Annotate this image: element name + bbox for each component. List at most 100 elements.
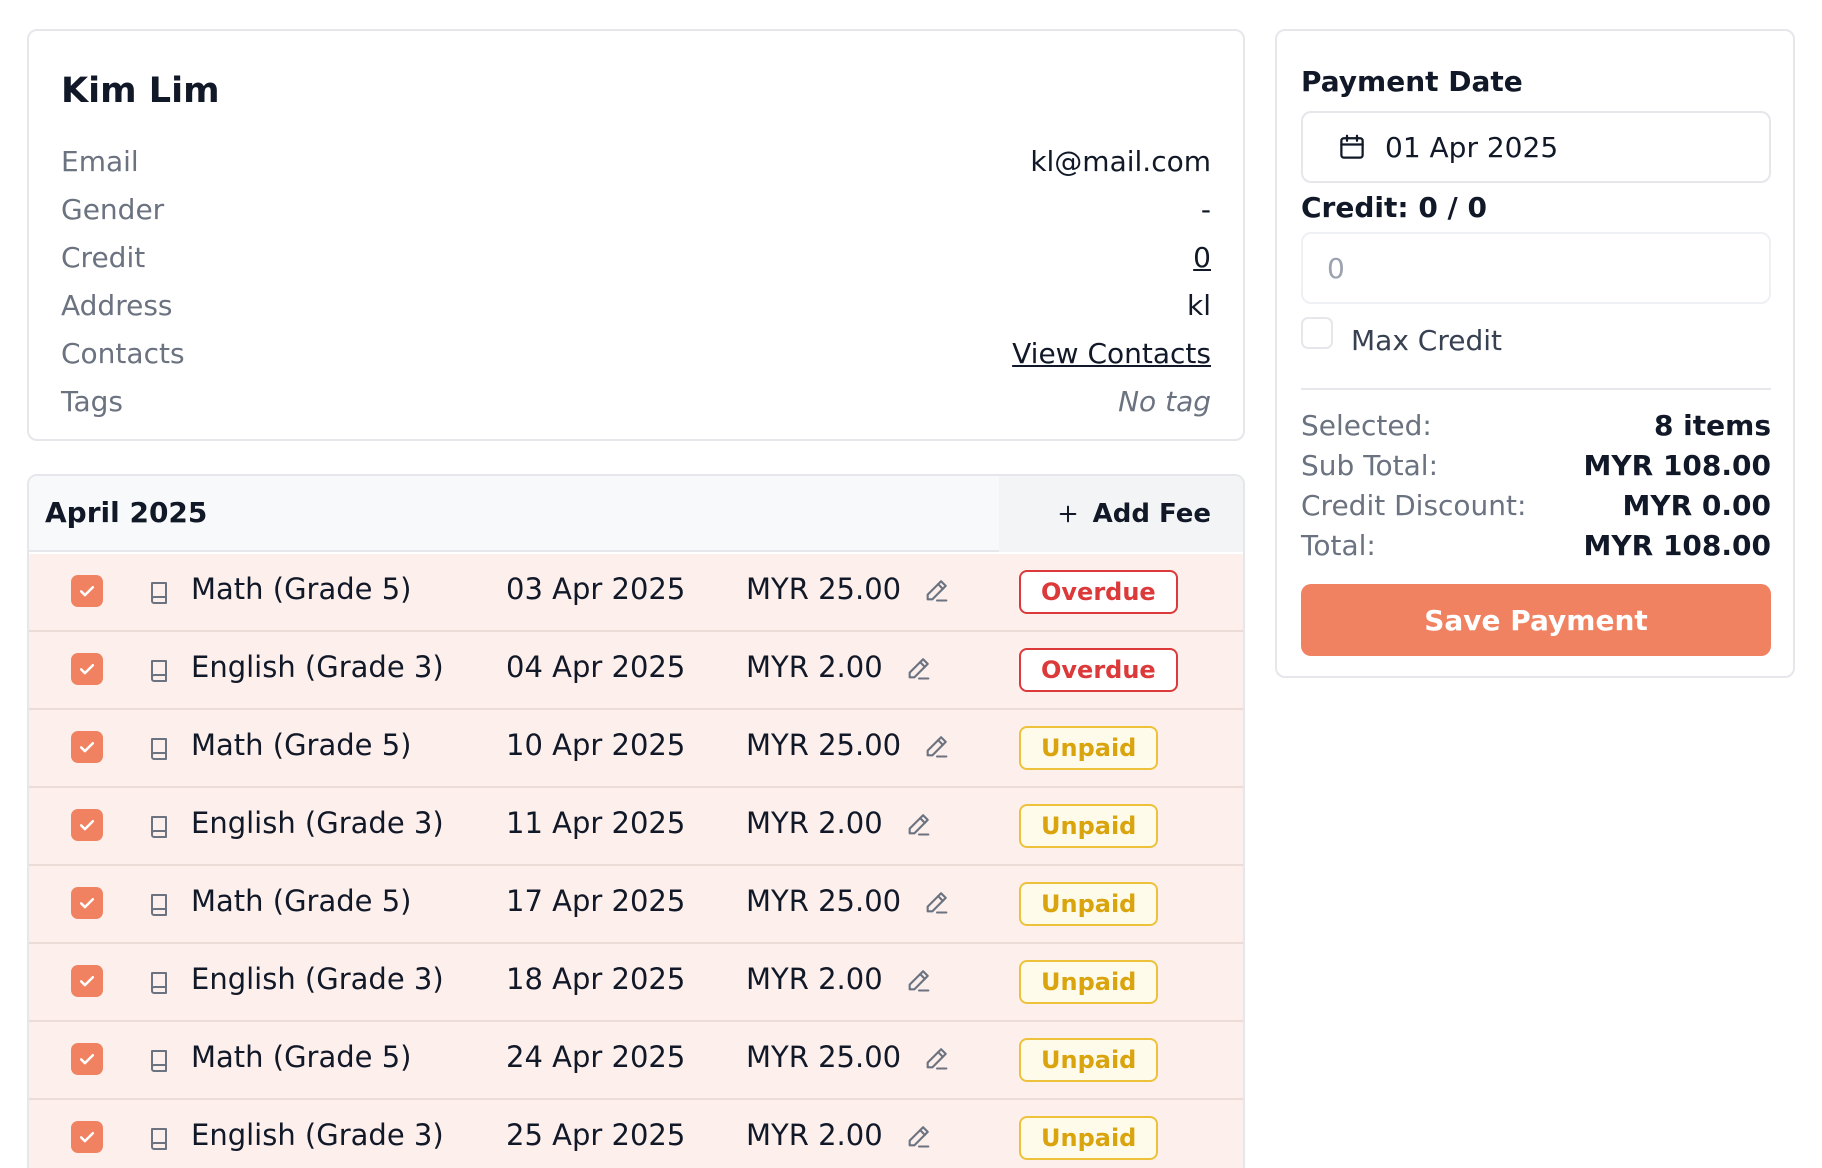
fee-due-date: 04 Apr 2025 [506, 650, 686, 684]
status-badge: Unpaid [1019, 1116, 1159, 1160]
fee-amount: MYR 25.00 [746, 1040, 902, 1074]
pencil-icon[interactable] [905, 1122, 933, 1150]
fee-due-date: 17 Apr 2025 [506, 884, 686, 918]
fee-amount: MYR 25.00 [746, 728, 902, 762]
check-icon [79, 820, 95, 831]
fee-amount: MYR 25.00 [746, 572, 902, 606]
fee-row[interactable]: English (Grade 3) 25 Apr 2025 MYR 2.00 Unpa… [29, 1100, 1243, 1168]
save-payment-button[interactable]: Save Payment [1301, 584, 1771, 656]
fee-select-checkbox[interactable] [71, 965, 103, 997]
email-value: kl@mail.com [1030, 144, 1211, 178]
book-icon [151, 1128, 167, 1150]
calendar-icon [1340, 134, 1364, 159]
pencil-icon[interactable] [905, 966, 933, 994]
book-icon [151, 816, 167, 838]
pencil-icon[interactable] [923, 732, 951, 760]
credit-label: Credit [61, 240, 146, 274]
book-icon [151, 738, 167, 760]
check-icon [79, 976, 95, 987]
address-value: kl [1187, 288, 1211, 322]
fee-select-checkbox[interactable] [71, 731, 103, 763]
fee-due-date: 18 Apr 2025 [506, 962, 686, 996]
tags-label: Tags [61, 384, 123, 418]
selected-label: Selected: [1301, 408, 1432, 442]
gender-row: Gender - [61, 191, 1211, 227]
status-badge: Unpaid [1019, 1038, 1159, 1082]
fee-select-checkbox[interactable] [71, 1121, 103, 1153]
max-credit-label: Max Credit [1351, 324, 1502, 357]
book-icon [151, 894, 167, 916]
fee-select-checkbox[interactable] [71, 887, 103, 919]
status-badge: Unpaid [1019, 960, 1159, 1004]
fee-row[interactable]: Math (Grade 5) 17 Apr 2025 MYR 25.00 Unpaid [29, 866, 1243, 944]
payment-date-picker[interactable]: 01 Apr 2025 [1301, 111, 1771, 183]
fee-select-checkbox[interactable] [71, 575, 103, 607]
fee-select-checkbox[interactable] [71, 1043, 103, 1075]
fee-row[interactable]: English (Grade 3) 11 Apr 2025 MYR 2.00 Unpa… [29, 788, 1243, 866]
fee-row[interactable]: Math (Grade 5) 24 Apr 2025 MYR 25.00 Unpaid [29, 1022, 1243, 1100]
add-fee-button[interactable]: Add Fee [1057, 494, 1211, 534]
check-icon [79, 742, 95, 753]
fees-table: April 2025 Add Fee Math (Grade 5) 03 Apr … [27, 474, 1245, 1168]
fee-due-date: 24 Apr 2025 [506, 1040, 686, 1074]
credit-discount-row: Credit Discount: MYR 0.00 [1301, 487, 1771, 523]
email-row: Email kl@mail.com [61, 143, 1211, 179]
subtotal-row: Sub Total: MYR 108.00 [1301, 447, 1771, 483]
subtotal-label: Sub Total: [1301, 448, 1439, 482]
credit-input[interactable] [1301, 232, 1771, 304]
fee-amount: MYR 2.00 [746, 962, 883, 996]
pencil-icon[interactable] [923, 576, 951, 604]
fee-name: Math (Grade 5) [191, 572, 412, 606]
fee-name: English (Grade 3) [191, 806, 444, 840]
check-icon [79, 586, 95, 597]
fee-amount: MYR 2.00 [746, 1118, 883, 1152]
address-label: Address [61, 288, 173, 322]
gender-value: - [1200, 192, 1211, 226]
tags-value: No tag [1118, 384, 1211, 418]
check-icon [79, 898, 95, 909]
tags-row: Tags No tag [61, 383, 1211, 419]
fee-name: English (Grade 3) [191, 962, 444, 996]
max-credit-checkbox[interactable] [1301, 317, 1333, 349]
payment-date-value: 01 Apr 2025 [1385, 130, 1559, 164]
selected-value: 8 items [1653, 408, 1771, 442]
pencil-icon[interactable] [923, 888, 951, 916]
fee-name: Math (Grade 5) [191, 728, 412, 762]
fee-due-date: 03 Apr 2025 [506, 572, 686, 606]
book-icon [151, 660, 167, 682]
check-icon [79, 664, 95, 675]
fees-table-header: April 2025 Add Fee [29, 476, 1243, 552]
contacts-row: Contacts View Contacts [61, 335, 1211, 371]
divider [1301, 388, 1771, 390]
pencil-icon[interactable] [905, 810, 933, 838]
add-fee-label: Add Fee [1092, 499, 1211, 529]
fee-amount: MYR 2.00 [746, 650, 883, 684]
fee-name: Math (Grade 5) [191, 1040, 412, 1074]
credit-link[interactable]: 0 [1193, 241, 1211, 274]
payment-date-label: Payment Date [1301, 65, 1523, 98]
view-contacts-link[interactable]: View Contacts [1012, 337, 1211, 370]
fee-row[interactable]: English (Grade 3) 18 Apr 2025 MYR 2.00 Unpa… [29, 944, 1243, 1022]
fee-select-checkbox[interactable] [71, 653, 103, 685]
subtotal-value: MYR 108.00 [1583, 448, 1772, 482]
fee-row[interactable]: Math (Grade 5) 10 Apr 2025 MYR 25.00 Unpaid [29, 710, 1243, 788]
fee-due-date: 25 Apr 2025 [506, 1118, 686, 1152]
status-badge: Unpaid [1019, 882, 1159, 926]
pencil-icon[interactable] [923, 1044, 951, 1072]
fee-name: English (Grade 3) [191, 1118, 444, 1152]
fee-row[interactable]: Math (Grade 5) 03 Apr 2025 MYR 25.00 Overdu… [29, 554, 1243, 632]
contacts-label: Contacts [61, 336, 185, 370]
fee-row[interactable]: English (Grade 3) 04 Apr 2025 MYR 2.00 Over… [29, 632, 1243, 710]
student-name: Kim Lim [61, 71, 220, 111]
student-profile-card: Kim Lim Email kl@mail.com Gender - Credi… [27, 29, 1245, 441]
fee-due-date: 11 Apr 2025 [506, 806, 686, 840]
gender-label: Gender [61, 192, 165, 226]
status-badge: Overdue [1019, 648, 1178, 692]
fee-amount: MYR 2.00 [746, 806, 883, 840]
status-badge: Unpaid [1019, 804, 1159, 848]
pencil-icon[interactable] [905, 654, 933, 682]
total-label: Total: [1301, 528, 1376, 562]
book-icon [151, 1050, 167, 1072]
fee-select-checkbox[interactable] [71, 809, 103, 841]
fee-amount: MYR 25.00 [746, 884, 902, 918]
